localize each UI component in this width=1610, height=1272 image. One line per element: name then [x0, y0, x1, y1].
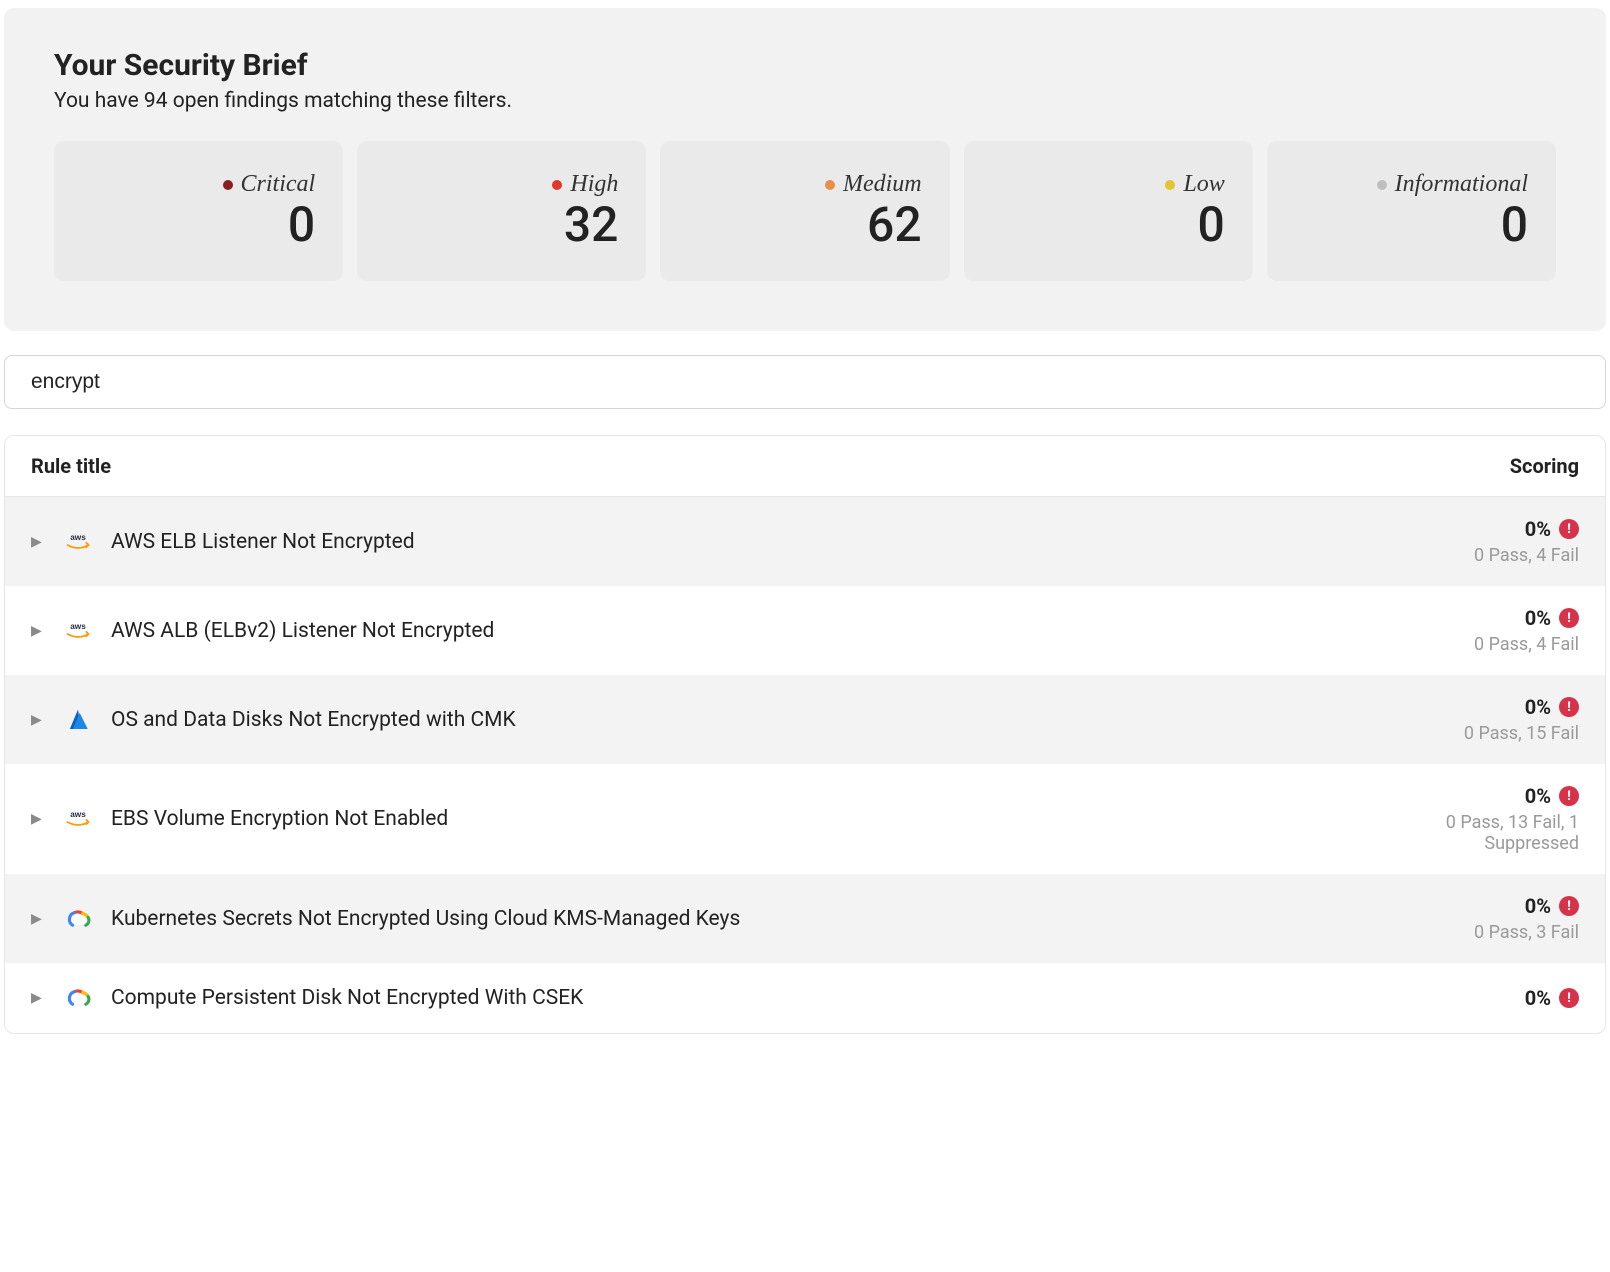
- severity-dot-icon: [223, 180, 233, 190]
- table-row[interactable]: ▶ aws EBS Volume Encryption Not Enabled 0%!…: [5, 764, 1605, 874]
- score-percent: 0%: [1525, 517, 1551, 541]
- brief-subtitle: You have 94 open findings matching these…: [54, 89, 1556, 113]
- alert-badge-icon: !: [1559, 608, 1579, 628]
- score-detail: 0 Pass, 13 Fail, 1 Suppressed: [1369, 812, 1579, 854]
- column-header-rule-title[interactable]: Rule title: [31, 454, 111, 478]
- severity-count: 0: [1198, 200, 1225, 250]
- score-block: 0%! 0 Pass, 3 Fail: [1474, 894, 1579, 943]
- security-brief-panel: Your Security Brief You have 94 open fin…: [4, 8, 1606, 331]
- expand-caret-icon[interactable]: ▶: [31, 911, 45, 927]
- rule-title: Compute Persistent Disk Not Encrypted Wi…: [111, 986, 1507, 1010]
- score-detail: 0 Pass, 3 Fail: [1474, 922, 1579, 943]
- severity-dot-icon: [1165, 180, 1175, 190]
- expand-caret-icon[interactable]: ▶: [31, 712, 45, 728]
- gcp-provider-icon: [63, 983, 93, 1013]
- svg-text:aws: aws: [70, 532, 86, 541]
- severity-dot-icon: [552, 180, 562, 190]
- expand-caret-icon[interactable]: ▶: [31, 623, 45, 639]
- expand-caret-icon[interactable]: ▶: [31, 990, 45, 1006]
- findings-table: Rule title Scoring ▶ aws AWS ELB Listener …: [4, 435, 1606, 1034]
- aws-provider-icon: aws: [63, 616, 93, 646]
- svg-text:aws: aws: [70, 621, 86, 630]
- score-block: 0%!: [1525, 986, 1579, 1010]
- rule-title: Kubernetes Secrets Not Encrypted Using C…: [111, 907, 1456, 931]
- severity-label: High: [570, 171, 618, 198]
- severity-card-critical[interactable]: Critical 0: [54, 141, 343, 281]
- expand-caret-icon[interactable]: ▶: [31, 811, 45, 827]
- score-percent: 0%: [1525, 784, 1551, 808]
- score-block: 0%! 0 Pass, 4 Fail: [1474, 606, 1579, 655]
- alert-badge-icon: !: [1559, 896, 1579, 916]
- expand-caret-icon[interactable]: ▶: [31, 534, 45, 550]
- severity-label: Informational: [1395, 171, 1528, 198]
- column-header-scoring[interactable]: Scoring: [1510, 454, 1579, 478]
- svg-text:aws: aws: [70, 810, 86, 819]
- rule-title: EBS Volume Encryption Not Enabled: [111, 807, 1351, 831]
- score-block: 0%! 0 Pass, 13 Fail, 1 Suppressed: [1369, 784, 1579, 854]
- table-row[interactable]: ▶ OS and Data Disks Not Encrypted with CM…: [5, 675, 1605, 764]
- severity-card-informational[interactable]: Informational 0: [1267, 141, 1556, 281]
- aws-provider-icon: aws: [63, 804, 93, 834]
- severity-count: 0: [288, 200, 315, 250]
- alert-badge-icon: !: [1559, 988, 1579, 1008]
- table-row[interactable]: ▶ Compute Persistent Disk Not Encrypted W…: [5, 963, 1605, 1033]
- gcp-provider-icon: [63, 904, 93, 934]
- severity-card-low[interactable]: Low 0: [964, 141, 1253, 281]
- score-block: 0%! 0 Pass, 4 Fail: [1474, 517, 1579, 566]
- severity-label: Critical: [241, 171, 316, 198]
- severity-dot-icon: [1377, 180, 1387, 190]
- severity-cards-row: Critical 0 High 32 Medium 62 Low 0: [54, 141, 1556, 281]
- aws-provider-icon: aws: [63, 527, 93, 557]
- severity-label: Medium: [843, 171, 922, 198]
- score-percent: 0%: [1525, 695, 1551, 719]
- severity-card-high[interactable]: High 32: [357, 141, 646, 281]
- score-percent: 0%: [1525, 986, 1551, 1010]
- score-percent: 0%: [1525, 606, 1551, 630]
- table-row[interactable]: ▶ aws AWS ALB (ELBv2) Listener Not Encrypt…: [5, 586, 1605, 675]
- table-row[interactable]: ▶ aws AWS ELB Listener Not Encrypted 0%! 0 P…: [5, 497, 1605, 586]
- table-header-row: Rule title Scoring: [5, 436, 1605, 497]
- azure-provider-icon: [63, 705, 93, 735]
- score-detail: 0 Pass, 15 Fail: [1464, 723, 1579, 744]
- severity-count: 62: [867, 200, 922, 250]
- severity-count: 32: [564, 200, 619, 250]
- rule-title: AWS ALB (ELBv2) Listener Not Encrypted: [111, 619, 1456, 643]
- alert-badge-icon: !: [1559, 786, 1579, 806]
- alert-badge-icon: !: [1559, 519, 1579, 539]
- table-row[interactable]: ▶ Kubernetes Secrets Not Encrypted Using …: [5, 874, 1605, 963]
- score-detail: 0 Pass, 4 Fail: [1474, 545, 1579, 566]
- search-input[interactable]: [4, 355, 1606, 409]
- alert-badge-icon: !: [1559, 697, 1579, 717]
- score-percent: 0%: [1525, 894, 1551, 918]
- severity-label: Low: [1183, 171, 1224, 198]
- score-detail: 0 Pass, 4 Fail: [1474, 634, 1579, 655]
- brief-title: Your Security Brief: [54, 48, 1556, 83]
- rule-title: AWS ELB Listener Not Encrypted: [111, 530, 1456, 554]
- score-block: 0%! 0 Pass, 15 Fail: [1464, 695, 1579, 744]
- rule-title: OS and Data Disks Not Encrypted with CMK: [111, 708, 1446, 732]
- severity-count: 0: [1501, 200, 1528, 250]
- severity-card-medium[interactable]: Medium 62: [660, 141, 949, 281]
- severity-dot-icon: [825, 180, 835, 190]
